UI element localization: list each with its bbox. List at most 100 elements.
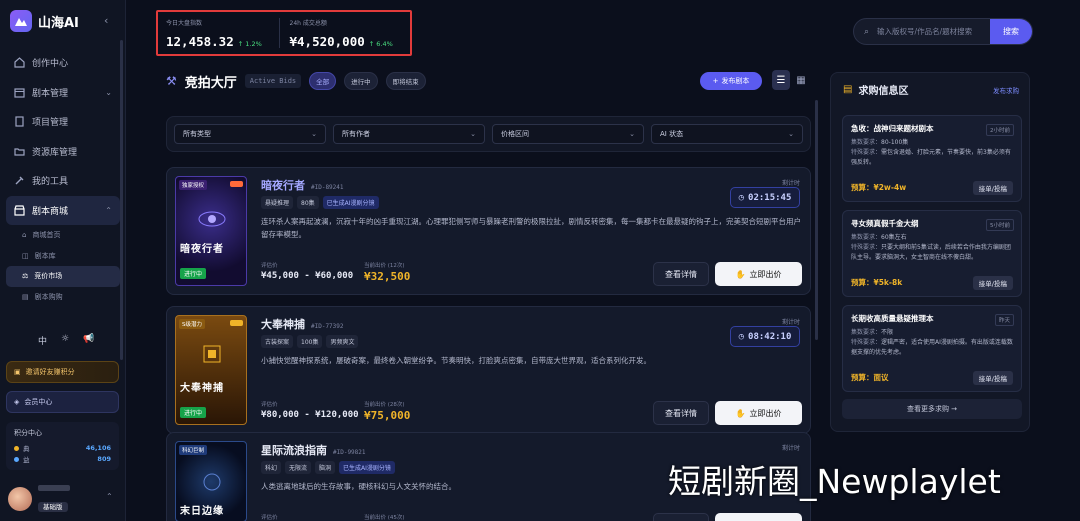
select-value: AI 状态 (660, 130, 684, 138)
points-center[interactable]: 积分中心 典 46,106 益 809 (6, 422, 119, 470)
poster-image[interactable]: 独家授权 暗夜行者 进行中 (175, 176, 247, 286)
cart-icon: ▤ (22, 292, 29, 301)
user-profile[interactable]: 基础版 (8, 485, 70, 513)
sidebar-item-store[interactable]: 剧本商城 ⌃ (6, 195, 120, 225)
publish-request-link[interactable]: 发布求购 (993, 85, 1019, 95)
theme-toggle-icon[interactable]: ☼ (61, 334, 69, 347)
poster-title: 暗夜行者 (180, 244, 224, 255)
content-scrollbar[interactable] (815, 100, 818, 340)
author-select[interactable]: 所有作者 ⌄ (333, 124, 485, 144)
publish-script-button[interactable]: + 发布剧本 (700, 72, 762, 90)
hand-icon: ✋ (735, 269, 746, 279)
countdown-timer: ◷ 08:42:10 (730, 326, 800, 347)
avatar (8, 487, 32, 511)
card-description: 小捕快觉醒神探系统，屡破奇案，最终卷入朝堂纷争。节奏明快，打脸爽点密集，自带庞大… (261, 356, 651, 365)
card-tags: 古装探案 100集 男频爽文 (261, 335, 359, 348)
grid-view-icon[interactable]: ▦ (792, 70, 810, 90)
take-order-button[interactable]: 接单/投稿 (972, 181, 1013, 195)
search-input[interactable] (869, 27, 990, 36)
sidebar-item-scripts[interactable]: 剧本管理 ⌄ (6, 78, 120, 108)
chevron-down-icon: ⌄ (629, 130, 635, 138)
language-toggle[interactable]: 中 (38, 334, 47, 347)
announcement-icon[interactable]: 📢 (83, 334, 94, 347)
points-row-label: 益 (23, 455, 30, 464)
plan-badge: 基础版 (38, 502, 68, 512)
current-label: 当前出价 (12次) (364, 263, 405, 269)
request-req-label: 特殊要求： (851, 149, 882, 156)
collapse-sidebar-icon[interactable]: ‹ (104, 14, 108, 27)
request-budget: 预算：面议 (851, 373, 889, 382)
crown-icon: ◈ (14, 398, 20, 406)
library-icon: ◫ (22, 251, 29, 260)
sidebar-item-projects[interactable]: 项目管理 (6, 107, 120, 137)
sidebar-item-create[interactable]: 创作中心 (6, 48, 120, 78)
sidebar-item-tools[interactable]: 我的工具 (6, 166, 120, 196)
sidebar-item-label: 创作中心 (32, 59, 69, 70)
view-details-button[interactable] (653, 513, 709, 521)
current-label: 当前出价 (28次) (364, 402, 405, 408)
request-count: 集数要求：不限 (851, 328, 1013, 338)
take-order-button[interactable]: 接单/投稿 (972, 276, 1013, 290)
brand-name: 山海AI (38, 15, 79, 31)
request-item[interactable]: 寻女频真假千金大纲 5小时前 集数要求：60集左右 特殊要求：只要大纲和前5集试… (842, 210, 1022, 297)
sidebar-subitem-purchase[interactable]: ▤ 剧本购购 (6, 287, 120, 308)
hot-badge (230, 181, 243, 187)
ai-status-select[interactable]: AI 状态 ⌄ (651, 124, 803, 144)
price-select[interactable]: 价格区间 ⌄ (492, 124, 644, 144)
invite-friends-button[interactable]: ▣ 邀请好友赚积分 (6, 361, 119, 383)
poster-image[interactable]: S级潜力 大奉神捕 进行中 (175, 315, 247, 425)
bid-now-button[interactable]: ✋ 立即出价 (715, 262, 802, 286)
bid-label: 立即出价 (749, 408, 782, 418)
card-title[interactable]: 大奉神捕 #ID-77392 (261, 316, 344, 332)
chevron-down-icon: ⌄ (470, 130, 476, 138)
take-order-button[interactable]: 接单/投稿 (972, 371, 1013, 385)
sidebar-scrollbar[interactable] (120, 40, 123, 360)
bid-now-button[interactable]: ✋ 立即出价 (715, 401, 802, 425)
bid-now-button[interactable] (715, 513, 802, 521)
vip-center-button[interactable]: ◈ 会员中心 (6, 391, 119, 413)
brand[interactable]: 山海AI (10, 10, 79, 32)
view-details-button[interactable]: 查看详情 (653, 401, 709, 425)
bid-icon: ⚖ (22, 272, 29, 281)
type-select[interactable]: 所有类型 ⌄ (174, 124, 326, 144)
sidebar-item-resources[interactable]: 资源库管理 (6, 137, 120, 167)
view-more-requests-button[interactable]: 查看更多求购 → (842, 399, 1022, 419)
search-button[interactable]: 搜索 (990, 19, 1032, 44)
view-details-button[interactable]: 查看详情 (653, 262, 709, 286)
request-count-value: 80-100集 (881, 139, 909, 146)
card-title[interactable]: 星际流浪指南 #ID-99821 (261, 442, 366, 458)
countdown-label: 剩计时 (781, 319, 800, 326)
publish-label: 发布剧本 (721, 77, 750, 85)
sidebar-subitem-store-home[interactable]: ⌂ 商城首页 (6, 225, 120, 246)
bid-label: 立即出价 (749, 269, 782, 279)
points-row-value: 809 (97, 454, 111, 463)
request-time: 昨天 (994, 314, 1014, 326)
chevron-up-icon[interactable]: ⌃ (106, 492, 113, 501)
home-icon (14, 57, 25, 68)
poster-tag: S级潜力 (179, 319, 205, 329)
filter-chip-ongoing[interactable]: 进行中 (344, 72, 378, 90)
card-id: #ID-99821 (333, 449, 366, 456)
sidebar-subitem-library[interactable]: ◫ 剧本库 (6, 246, 120, 267)
request-time: 5小时前 (986, 219, 1014, 231)
filter-chip-all[interactable]: 全部 (309, 72, 337, 90)
request-req-label: 特殊要求： (851, 244, 882, 251)
filter-chip-ending[interactable]: 即将结束 (385, 72, 426, 90)
stat-value: ¥4,520,000 (289, 34, 365, 49)
card-title[interactable]: 暗夜行者 #ID-89241 (261, 177, 344, 193)
purchase-requests-panel: ▤ 求购信息区 发布求购 急收：战神归来题材剧本 2小时前 集数要求：80-10… (830, 72, 1030, 432)
select-value: 所有类型 (183, 130, 211, 138)
sidebar-item-label: 资源库管理 (32, 147, 78, 158)
price-range: ¥45,000 - ¥60,000 (261, 271, 354, 281)
search-bar: ⌕ 搜索 (853, 18, 1033, 45)
countdown-timer: ◷ 02:15:45 (730, 187, 800, 208)
request-item[interactable]: 长期收高质量悬疑推理本 昨天 集数要求：不限 特殊要求：逻辑严密，适合使用AI漫… (842, 305, 1022, 392)
poster-image[interactable]: 科幻巨制 末日边缘 (175, 441, 247, 521)
range-label: 评估价 (261, 263, 278, 269)
plus-icon: + (712, 77, 719, 85)
sidebar-subitem-bidding[interactable]: ⚖ 竞价市场 (6, 266, 120, 287)
list-view-icon[interactable]: ☰ (772, 70, 790, 90)
countdown-label: 剩计时 (781, 180, 800, 187)
select-value: 价格区间 (501, 130, 529, 138)
request-item[interactable]: 急收：战神归来题材剧本 2小时前 集数要求：80-100集 特殊要求：需包含退婚… (842, 115, 1022, 202)
